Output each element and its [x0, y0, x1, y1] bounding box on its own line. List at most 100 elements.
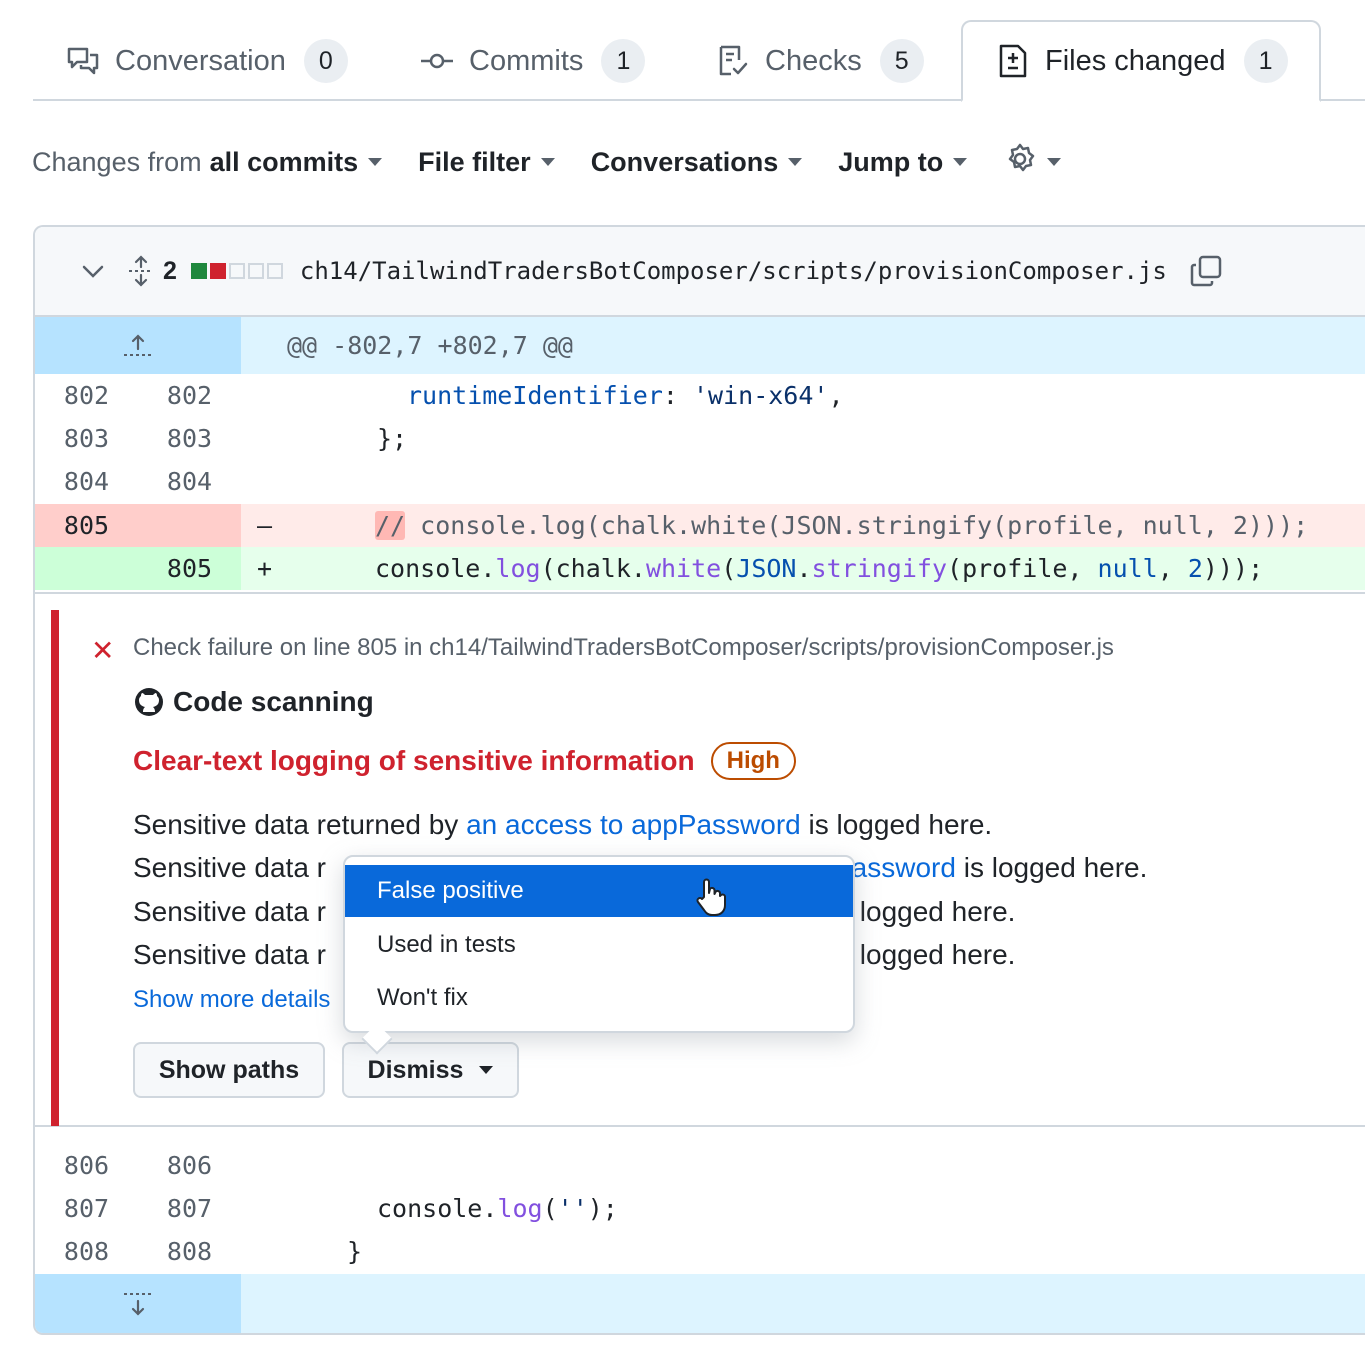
code-property: runtimeIdentifier	[407, 381, 663, 410]
expand-up-icon	[124, 333, 152, 356]
deleted-code: console.log(chalk.white(JSON.stringify(p…	[405, 511, 1309, 540]
old-line-number[interactable]: 806	[35, 1144, 138, 1187]
checklist-icon	[715, 43, 751, 79]
settings-dropdown[interactable]	[1003, 142, 1062, 183]
tab-checks[interactable]: Checks 5	[715, 20, 924, 102]
tab-label: Conversation	[115, 44, 286, 77]
old-line-number[interactable]: 804	[35, 460, 138, 503]
show-more-details-link[interactable]: Show more details	[133, 986, 330, 1014]
expand-down-button[interactable]	[35, 1274, 241, 1333]
collapse-chevron-icon[interactable]	[81, 263, 105, 279]
tab-count: 1	[601, 39, 646, 83]
diff-toolbar: Changes from all commits File filter Con…	[32, 138, 1097, 186]
deleted-highlight: //	[375, 511, 406, 540]
file-filter-label: File filter	[418, 146, 531, 177]
code-text: }	[347, 1237, 363, 1266]
old-line-number[interactable]: 808	[35, 1230, 138, 1273]
tab-files-changed[interactable]: Files changed 1	[961, 20, 1321, 102]
tab-count: 5	[879, 39, 924, 83]
new-line-number[interactable]: 806	[138, 1144, 241, 1187]
file-diff-icon	[995, 43, 1031, 79]
code-text: runtimeIdentifier: 'win-x64',	[407, 381, 844, 410]
chevron-down-icon	[788, 158, 803, 166]
file-filter-dropdown[interactable]: File filter	[418, 147, 555, 178]
expand-down-icon	[124, 1293, 152, 1316]
code-string: 'win-x64'	[692, 381, 829, 410]
menu-item-used-in-tests[interactable]: Used in tests	[345, 919, 853, 971]
dismiss-button[interactable]: Dismiss	[342, 1042, 519, 1098]
chevron-down-icon	[479, 1066, 494, 1074]
file-diff: 2 ch14/TailwindTradersBotComposer/script…	[33, 225, 1365, 1335]
changes-from-dropdown[interactable]: Changes from all commits	[32, 146, 383, 178]
message-text: s logged here.	[838, 939, 1016, 970]
hand-pointer-icon	[693, 877, 727, 924]
old-line-number[interactable]: 807	[35, 1187, 138, 1230]
chevron-down-icon	[1047, 158, 1062, 166]
changes-prefix: Changes from	[32, 146, 202, 177]
code-text: };	[377, 424, 408, 453]
conversations-label: Conversations	[590, 146, 779, 177]
new-line-number[interactable]: 805	[138, 547, 241, 590]
tab-commits[interactable]: Commits 1	[419, 20, 646, 102]
diff-line: 803 803 };	[35, 417, 1365, 460]
diff-line: 806 806	[35, 1144, 1365, 1187]
menu-item-wont-fix[interactable]: Won't fix	[345, 972, 853, 1024]
check-failure-text: Check failure on line 805 in ch14/Tailwi…	[133, 634, 1114, 661]
tab-count: 1	[1243, 39, 1288, 83]
new-line-number[interactable]: 807	[138, 1187, 241, 1230]
gear-icon	[1003, 142, 1037, 183]
chevron-down-icon	[540, 158, 555, 166]
diffstat-add	[190, 263, 207, 279]
github-mark-icon	[133, 686, 165, 718]
expand-all-icon[interactable]	[127, 255, 155, 287]
alert-bar	[51, 610, 59, 1126]
old-line-number[interactable]: 802	[35, 374, 138, 417]
jump-to-label: Jump to	[838, 146, 944, 177]
conversations-dropdown[interactable]: Conversations	[591, 147, 803, 178]
comment-discussion-icon	[65, 43, 101, 79]
pr-tabs: Conversation 0 Commits 1 Checks 5 Files …	[33, 0, 1365, 102]
file-path[interactable]: ch14/TailwindTradersBotComposer/scripts/…	[300, 257, 1167, 285]
diff-line: 808 808 }	[35, 1230, 1365, 1273]
old-line-number[interactable]: 805	[35, 504, 138, 547]
message-text: Sensitive data returned by	[133, 809, 467, 840]
file-header: 2 ch14/TailwindTradersBotComposer/script…	[35, 227, 1365, 317]
diffstat-del	[209, 263, 226, 279]
code-scanning-heading: Code scanning	[133, 686, 374, 718]
diff-line-deleted: 805 – // console.log(chalk.white(JSON.st…	[35, 504, 1365, 547]
git-commit-icon	[419, 43, 455, 79]
code-text: // console.log(chalk.white(JSON.stringif…	[241, 504, 1365, 547]
changes-count: 2	[163, 256, 177, 285]
alert-title[interactable]: Clear-text logging of sensitive informat…	[133, 745, 695, 777]
chevron-down-icon	[368, 158, 383, 166]
copy-icon[interactable]	[1189, 254, 1223, 288]
diffstat-neutral	[228, 263, 245, 279]
new-line-number[interactable]: 802	[138, 374, 241, 417]
chevron-down-icon	[953, 158, 968, 166]
message-text: is logged here.	[955, 852, 1148, 883]
alert-message: Sensitive data returned by an access to …	[133, 809, 992, 841]
tab-conversation[interactable]: Conversation 0	[65, 20, 348, 102]
jump-to-dropdown[interactable]: Jump to	[838, 146, 968, 178]
tab-count: 0	[303, 39, 348, 83]
diff-line: 807 807 console. log('');	[35, 1187, 1365, 1230]
tool-name: Code scanning	[173, 686, 374, 717]
message-text: is logged here.	[800, 809, 993, 840]
dismiss-menu: False positive Used in tests Won't fix	[343, 855, 855, 1033]
old-line-number[interactable]: 803	[35, 417, 138, 460]
new-line-number[interactable]: 804	[138, 460, 241, 503]
message-text: Sensitive data r	[133, 896, 326, 927]
message-link[interactable]: an access to appPassword	[466, 809, 801, 840]
show-paths-button[interactable]: Show paths	[133, 1042, 325, 1098]
changes-value: all commits	[209, 146, 359, 177]
expand-up-button[interactable]	[35, 317, 241, 374]
new-line-number[interactable]: 808	[138, 1230, 241, 1273]
diffstat	[190, 263, 286, 279]
hunk-text: @@ -802,7 +802,7 @@	[287, 331, 573, 360]
new-line-number[interactable]: 803	[138, 417, 241, 460]
menu-item-false-positive[interactable]: False positive	[345, 865, 853, 917]
dismiss-label: Dismiss	[367, 1055, 464, 1084]
tab-label: Checks	[765, 44, 862, 77]
